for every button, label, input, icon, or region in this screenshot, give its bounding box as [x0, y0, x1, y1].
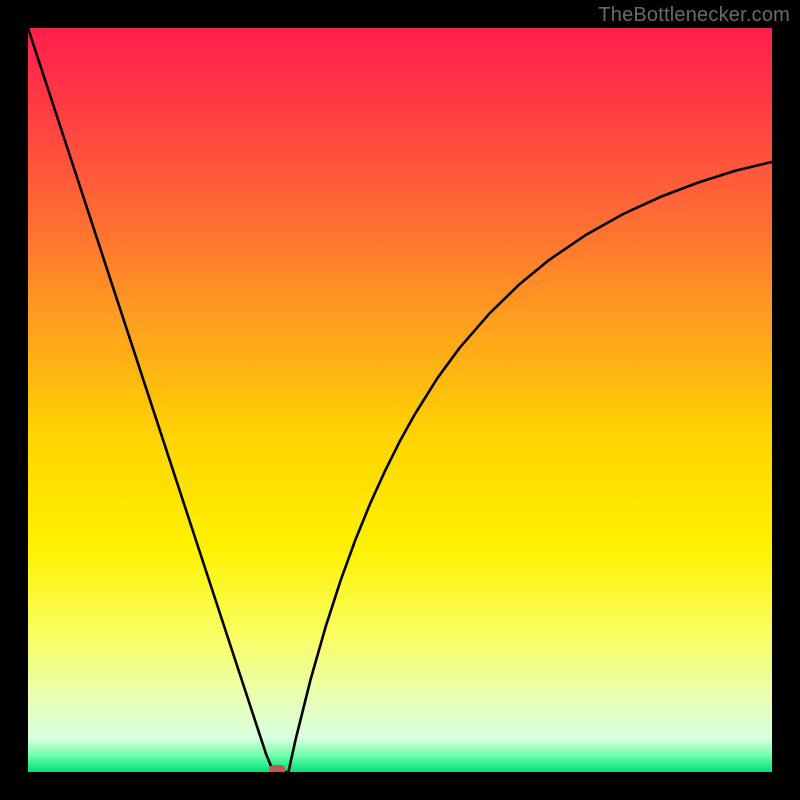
watermark-text: TheBottlenecker.com — [598, 4, 790, 27]
chart-frame: TheBottlenecker.com — [0, 0, 800, 800]
chart-background-gradient — [28, 28, 772, 772]
optimal-marker — [269, 765, 285, 772]
chart-plot-area — [28, 28, 772, 772]
chart-svg — [28, 28, 772, 772]
